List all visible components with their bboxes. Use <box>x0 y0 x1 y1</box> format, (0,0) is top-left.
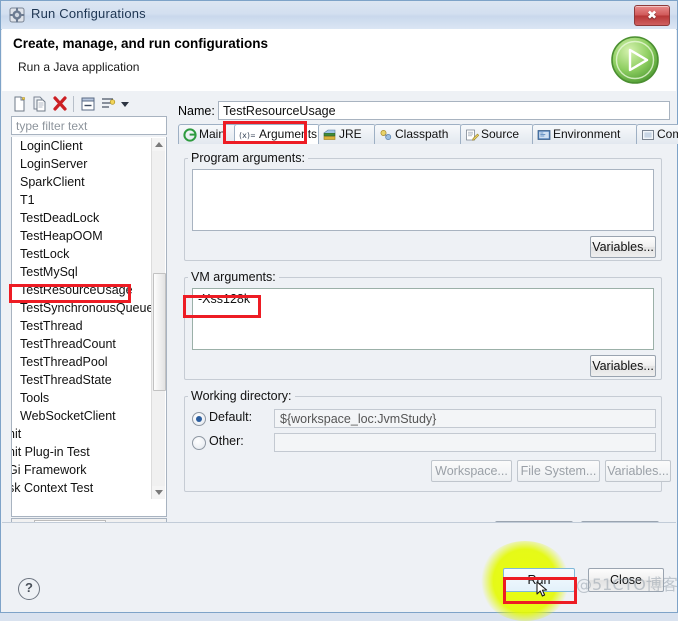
configurations-toolbar <box>9 93 169 115</box>
vm-arguments-label: VM arguments: <box>188 270 279 284</box>
name-input[interactable]: TestResourceUsage <box>218 101 670 120</box>
list-item[interactable]: TestDeadLock <box>12 209 154 227</box>
highlight-box-test-resource-usage <box>9 284 131 303</box>
title-bar: Run Configurations ✖ <box>1 1 677 30</box>
duplicate-configuration-icon[interactable] <box>31 95 49 113</box>
list-item[interactable]: L <box>12 497 154 500</box>
header-title: Create, manage, and run configurations <box>13 36 269 51</box>
vm-arguments-variables-button[interactable]: Variables... <box>590 355 656 377</box>
list-item[interactable]: LoginClient <box>12 137 154 155</box>
jre-tab-icon <box>323 129 336 140</box>
list-item[interactable]: TestThreadState <box>12 371 154 389</box>
dialog-header: Create, manage, and run configurations R… <box>2 29 676 92</box>
list-item[interactable]: SparkClient <box>12 173 154 191</box>
list-item[interactable]: T1 <box>12 191 154 209</box>
filter-input[interactable]: type filter text <box>11 116 167 135</box>
tab-environment[interactable]: Environment <box>532 124 638 144</box>
delete-configuration-icon[interactable] <box>51 95 69 113</box>
working-directory-other-label: Other: <box>209 434 244 448</box>
name-row: Name: TestResourceUsage <box>178 101 670 121</box>
working-directory-default-radio[interactable] <box>192 412 206 426</box>
help-icon[interactable]: ? <box>18 578 40 600</box>
configurations-list-items: LoginClient LoginServer SparkClient T1 T… <box>12 137 154 500</box>
list-item[interactable]: LoginServer <box>12 155 154 173</box>
configurations-panel: type filter text LoginClient LoginServer… <box>9 91 170 561</box>
new-configuration-icon[interactable] <box>11 95 29 113</box>
tab-source[interactable]: Source <box>460 124 534 144</box>
working-directory-default-label: Default: <box>209 410 253 424</box>
configurations-list[interactable]: LoginClient LoginServer SparkClient T1 T… <box>11 137 167 517</box>
list-item[interactable]: Gi Framework <box>12 461 154 479</box>
list-item[interactable]: TestHeapOOM <box>12 227 154 245</box>
tab-classpath[interactable]: Classpath <box>374 124 462 144</box>
header-subtitle: Run a Java application <box>18 60 140 74</box>
tab-jre[interactable]: JRE <box>318 124 376 144</box>
vm-arguments-textarea[interactable]: -Xss128k <box>192 288 654 350</box>
list-item[interactable]: sk Context Test <box>12 479 154 497</box>
list-item[interactable]: TestThreadCount <box>12 335 154 353</box>
highlight-box-vm-arguments-value <box>183 295 261 318</box>
list-item[interactable]: WebSocketClient <box>12 407 154 425</box>
list-item[interactable]: nit <box>12 425 154 443</box>
list-item[interactable]: Tools <box>12 389 154 407</box>
watermark: @51CTO博客 <box>576 575 678 594</box>
working-directory-other-radio[interactable] <box>192 436 206 450</box>
filter-icon[interactable] <box>99 95 117 113</box>
workspace-button[interactable]: Workspace... <box>431 460 512 482</box>
list-item[interactable]: TestThread <box>12 317 154 335</box>
classpath-tab-icon <box>380 130 392 140</box>
highlight-box-arguments-tab <box>223 121 307 144</box>
tab-environment-label: Environment <box>553 127 621 141</box>
list-vertical-scrollbar[interactable] <box>151 138 166 499</box>
chevron-down-icon[interactable] <box>119 95 131 113</box>
close-window-button[interactable]: ✖ <box>634 5 670 26</box>
run-configurations-dialog: Run Configurations ✖ Create, manage, and… <box>0 0 678 621</box>
program-arguments-textarea[interactable] <box>192 169 654 231</box>
configuration-editor: Name: TestResourceUsage Main (x)= Argume… <box>178 95 678 560</box>
name-label: Name: <box>178 104 215 118</box>
close-icon: ✖ <box>646 8 658 22</box>
radio-dot <box>196 416 202 422</box>
program-arguments-variables-button[interactable]: Variables... <box>590 236 656 258</box>
list-item[interactable]: TestLock <box>12 245 154 263</box>
environment-tab-icon <box>537 130 551 140</box>
window-title: Run Configurations <box>31 6 146 21</box>
program-arguments-label: Program arguments: <box>188 151 308 165</box>
scroll-up-button[interactable] <box>152 138 165 151</box>
tab-source-label: Source <box>481 127 520 141</box>
working-directory-label: Working directory: <box>188 389 295 403</box>
list-item[interactable]: TestThreadPool <box>12 353 154 371</box>
tab-classpath-label: Classpath <box>395 127 449 141</box>
tab-main-label: Main <box>199 127 226 141</box>
scroll-down-button[interactable] <box>152 486 165 499</box>
file-system-button[interactable]: File System... <box>517 460 600 482</box>
run-configurations-icon <box>9 7 25 23</box>
scroll-thumb[interactable] <box>153 273 166 391</box>
green-run-arrow-icon <box>611 36 659 84</box>
working-directory-variables-button[interactable]: Variables... <box>605 460 671 482</box>
source-tab-icon <box>466 129 479 141</box>
tab-jre-label: JRE <box>339 127 362 141</box>
list-item[interactable]: nit Plug-in Test <box>12 443 154 461</box>
tab-common-label: Common <box>657 127 678 141</box>
working-directory-default-input: ${workspace_loc:JvmStudy} <box>274 409 656 428</box>
dialog-body: type filter text LoginClient LoginServer… <box>2 91 678 553</box>
tab-common[interactable]: Common <box>636 124 678 144</box>
list-item[interactable]: TestMySql <box>12 263 154 281</box>
arguments-tab-pane: Program arguments: Variables... VM argum… <box>178 144 671 543</box>
main-tab-icon <box>183 128 197 142</box>
collapse-all-icon[interactable] <box>79 95 97 113</box>
highlight-box-run-button <box>503 577 577 604</box>
working-directory-other-input[interactable] <box>274 433 656 452</box>
common-tab-icon <box>642 130 654 140</box>
